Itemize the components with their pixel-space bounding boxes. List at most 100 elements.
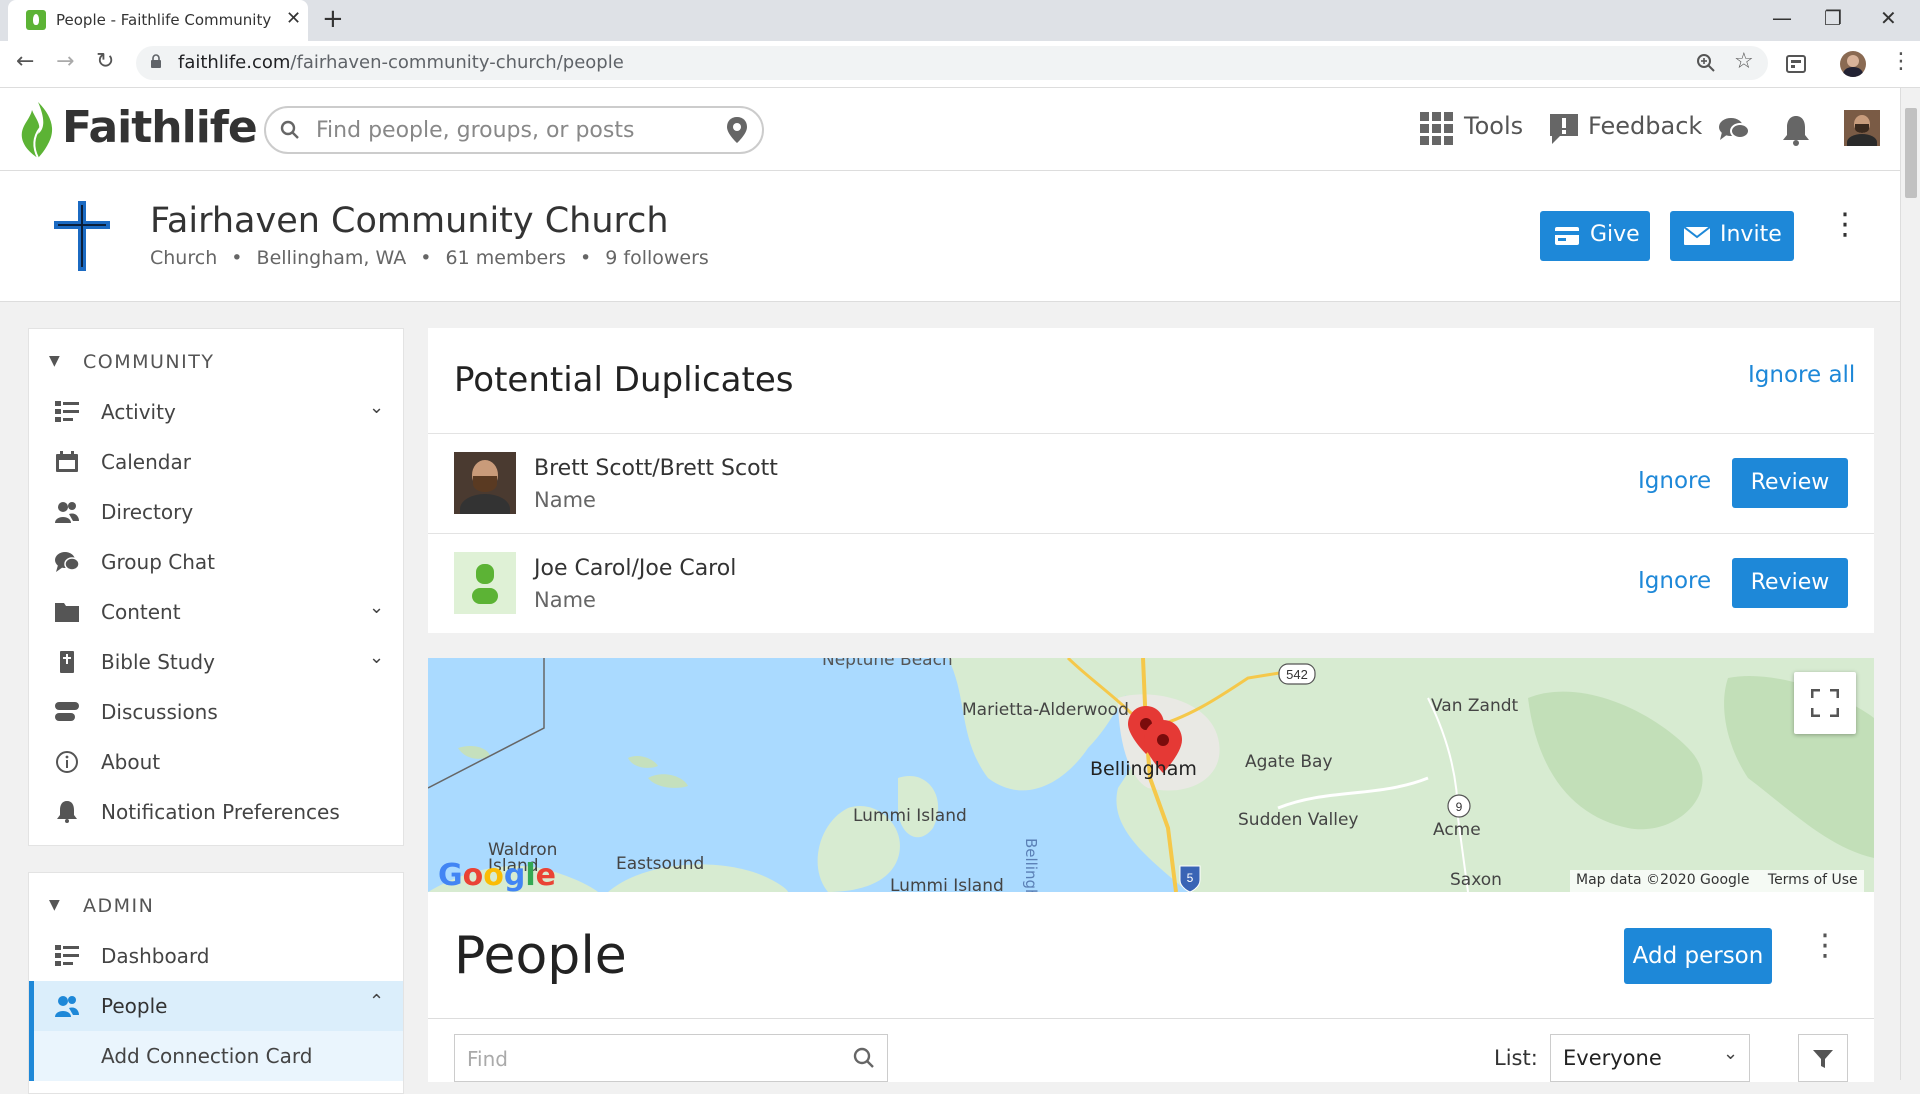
- church-name[interactable]: Fairhaven Community Church: [150, 201, 669, 241]
- back-icon[interactable]: ←: [16, 49, 34, 74]
- map-label: Acme: [1433, 820, 1481, 840]
- chevron-down-icon[interactable]: ⌄: [369, 397, 384, 418]
- map-label: Lummi Island: [890, 876, 1004, 892]
- map-label: Agate Bay: [1245, 752, 1333, 772]
- community-section-title: COMMUNITY: [83, 351, 215, 373]
- map-fullscreen-button[interactable]: [1794, 672, 1856, 734]
- feedback-link[interactable]: Feedback: [1588, 112, 1702, 140]
- duplicate-name[interactable]: Joe Carol/Joe Carol: [534, 556, 736, 581]
- duplicates-title: Potential Duplicates: [454, 360, 794, 400]
- community-collapse-icon[interactable]: ▼: [49, 353, 60, 369]
- url-input[interactable]: faithlife.com/fairhaven-community-church…: [136, 46, 1768, 80]
- reload-icon[interactable]: ↻: [96, 49, 114, 74]
- duplicate-field: Name: [534, 488, 596, 512]
- zoom-icon[interactable]: [1696, 53, 1716, 73]
- church-location: Bellingham, WA: [256, 247, 407, 269]
- address-bar: ← → ↻ faithlife.com/fairhaven-community-…: [0, 41, 1920, 88]
- sidebar-item-people[interactable]: People ⌃: [29, 981, 403, 1031]
- sidebar-item-bible-study[interactable]: Bible Study ⌄: [29, 637, 403, 687]
- sidebar-item-add-connection-card[interactable]: Add Connection Card: [29, 1031, 403, 1081]
- chevron-down-icon[interactable]: ⌄: [369, 597, 384, 618]
- list-select-value: Everyone: [1563, 1046, 1662, 1070]
- scrollbar-thumb[interactable]: [1905, 108, 1917, 198]
- bookmark-star-icon[interactable]: ☆: [1734, 49, 1754, 74]
- people-more-menu-icon[interactable]: ⋮: [1810, 928, 1840, 963]
- notifications-bell-icon[interactable]: [1782, 114, 1810, 146]
- chevron-down-icon[interactable]: ⌄: [369, 647, 384, 668]
- add-person-button[interactable]: Add person: [1624, 928, 1772, 984]
- invite-button[interactable]: Invite: [1670, 211, 1794, 261]
- global-search-input[interactable]: Find people, groups, or posts: [264, 106, 764, 154]
- faithlife-favicon-icon: [26, 10, 46, 30]
- sidebar-item-group-chat[interactable]: Group Chat: [29, 537, 403, 587]
- activity-icon: [55, 401, 79, 422]
- user-avatar[interactable]: [1844, 110, 1880, 146]
- ignore-all-link[interactable]: Ignore all: [1748, 362, 1855, 388]
- browser-tab[interactable]: People - Faithlife Community C ✕: [8, 0, 308, 41]
- search-placeholder: Find people, groups, or posts: [316, 118, 635, 143]
- maximize-icon[interactable]: ❐: [1824, 6, 1842, 30]
- forward-icon[interactable]: →: [56, 49, 74, 74]
- map-label: Marietta-Alderwood: [962, 700, 1129, 720]
- give-button[interactable]: Give: [1540, 211, 1650, 261]
- map-terms-link[interactable]: Terms of Use: [1768, 872, 1858, 888]
- admin-collapse-icon[interactable]: ▼: [49, 897, 60, 913]
- dashboard-icon: [55, 945, 79, 966]
- filter-button[interactable]: [1798, 1034, 1848, 1082]
- location-pin-icon[interactable]: [726, 116, 748, 144]
- people-find-input[interactable]: Find: [454, 1034, 888, 1082]
- google-logo[interactable]: Google: [438, 858, 556, 892]
- sidebar-item-discussions[interactable]: Discussions: [29, 687, 403, 737]
- people-title: People: [454, 926, 627, 986]
- potential-duplicates-card: Potential Duplicates Ignore all Brett Sc…: [428, 328, 1874, 633]
- sidebar-item-calendar[interactable]: Calendar: [29, 437, 403, 487]
- church-more-menu-icon[interactable]: ⋮: [1830, 207, 1860, 242]
- page-scrollbar[interactable]: [1900, 88, 1920, 1080]
- new-tab-icon[interactable]: +: [322, 4, 344, 34]
- church-cross-logo-icon: [54, 201, 110, 271]
- people-map[interactable]: 542 9 5 Neptune Beach Marietta-Alderwood…: [428, 658, 1874, 892]
- filter-icon: [1813, 1050, 1833, 1068]
- messages-icon[interactable]: [1718, 116, 1750, 144]
- bible-icon: [60, 651, 74, 673]
- envelope-icon: [1684, 227, 1710, 245]
- browser-menu-icon[interactable]: ⋮: [1890, 49, 1912, 74]
- sidebar-item-activity[interactable]: Activity ⌄: [29, 387, 403, 437]
- duplicate-name[interactable]: Brett Scott/Brett Scott: [534, 456, 778, 481]
- sidebar-item-directory[interactable]: Directory: [29, 487, 403, 537]
- duplicate-row: Joe Carol/Joe Carol Name Ignore Review: [428, 533, 1874, 634]
- extension-icon[interactable]: [1786, 55, 1806, 73]
- sidebar-item-notification-preferences[interactable]: Notification Preferences: [29, 787, 403, 837]
- tools-grid-icon[interactable]: [1420, 112, 1454, 146]
- church-followers[interactable]: 9 followers: [605, 247, 709, 269]
- calendar-icon: [56, 451, 78, 472]
- credit-card-icon: [1555, 227, 1579, 245]
- review-button[interactable]: Review: [1732, 558, 1848, 608]
- route-9-label: 9: [1456, 800, 1463, 814]
- review-button[interactable]: Review: [1732, 458, 1848, 508]
- default-avatar-icon: [454, 552, 516, 614]
- search-icon: [853, 1047, 874, 1068]
- feedback-icon[interactable]: [1548, 112, 1580, 146]
- admin-section-title: ADMIN: [83, 895, 155, 917]
- tools-link[interactable]: Tools: [1464, 112, 1523, 140]
- ignore-button[interactable]: Ignore: [1638, 468, 1711, 494]
- browser-tab-bar: People - Faithlife Community C ✕ + — ❐ ✕: [0, 0, 1920, 41]
- browser-profile-avatar[interactable]: [1840, 51, 1866, 77]
- lock-icon: [151, 54, 161, 68]
- faithlife-flame-icon[interactable]: [18, 100, 58, 160]
- close-tab-icon[interactable]: ✕: [286, 8, 301, 29]
- faithlife-logo-text[interactable]: Faithlife: [62, 102, 258, 153]
- minimize-icon[interactable]: —: [1772, 6, 1792, 30]
- sidebar-item-content[interactable]: Content ⌄: [29, 587, 403, 637]
- sidebar-item-about[interactable]: About: [29, 737, 403, 787]
- ignore-button[interactable]: Ignore: [1638, 568, 1711, 594]
- divider: [428, 1018, 1874, 1019]
- sidebar-item-dashboard[interactable]: Dashboard: [29, 931, 403, 981]
- tab-title: People - Faithlife Community C: [56, 11, 276, 29]
- chevron-up-icon[interactable]: ⌃: [369, 991, 384, 1012]
- church-members[interactable]: 61 members: [446, 247, 566, 269]
- list-select[interactable]: Everyone ⌄: [1550, 1034, 1750, 1082]
- close-window-icon[interactable]: ✕: [1880, 6, 1897, 30]
- route-5-label: 5: [1187, 871, 1194, 885]
